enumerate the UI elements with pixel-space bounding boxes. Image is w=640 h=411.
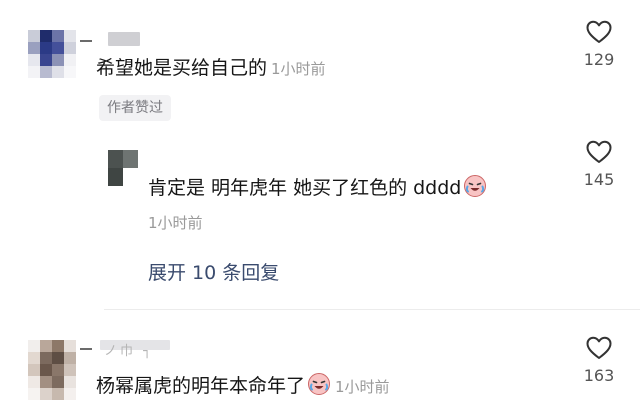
- comment-body: 肯定是 明年虎年 她买了红色的 dddd: [148, 177, 462, 199]
- username-redacted: [108, 32, 140, 46]
- comment-body: 希望她是买给自己的: [96, 57, 268, 79]
- like-button[interactable]: 129: [574, 20, 624, 69]
- avatar[interactable]: [28, 30, 76, 78]
- comment-divider: [104, 309, 640, 310]
- expand-replies-link[interactable]: 展开 10 条回复: [148, 258, 279, 285]
- avatar[interactable]: [108, 150, 138, 186]
- like-count: 145: [583, 170, 615, 189]
- like-button[interactable]: 163: [574, 336, 624, 385]
- comment-text[interactable]: 希望她是买给自己的 1小时前: [96, 56, 326, 81]
- avatar[interactable]: [28, 340, 76, 400]
- comment-body: 杨幂属虎的明年本命年了: [96, 375, 306, 397]
- like-count: 163: [583, 366, 615, 385]
- comment-time: 1小时前: [335, 378, 390, 396]
- like-button[interactable]: 145: [574, 140, 624, 189]
- comment-time: 1小时前: [148, 214, 203, 232]
- crying-laughing-emoji-icon: [307, 372, 331, 402]
- heart-outline-icon: [586, 336, 612, 359]
- heart-outline-icon: [586, 20, 612, 43]
- crying-laughing-emoji-icon: [463, 174, 487, 204]
- author-liked-tag: 作者赞过: [99, 95, 171, 121]
- heart-outline-icon: [586, 140, 612, 163]
- username-partial: ノ巾 ┐: [104, 344, 154, 359]
- comment-text[interactable]: 杨幂属虎的明年本命年了 1小时前: [96, 372, 390, 402]
- comment-text[interactable]: 肯定是 明年虎年 她买了红色的 dddd: [148, 174, 487, 204]
- username-dash: [80, 40, 92, 42]
- like-count: 129: [583, 50, 615, 69]
- comment-time: 1小时前: [271, 60, 326, 78]
- username-dash: [80, 348, 92, 350]
